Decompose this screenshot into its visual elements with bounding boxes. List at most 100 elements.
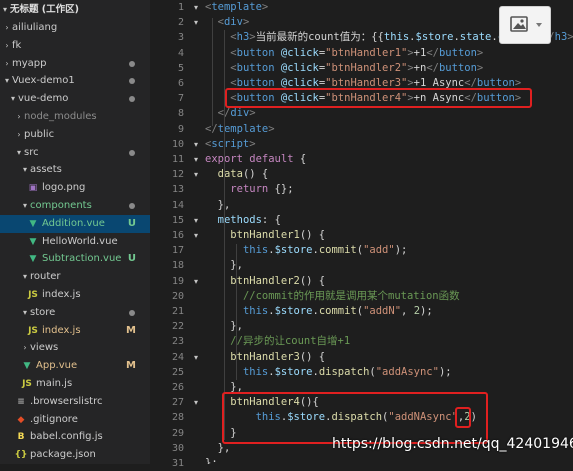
chevron-down-icon[interactable]: ▾ xyxy=(20,161,30,179)
tree-item[interactable]: ▼ App.vue M xyxy=(0,357,150,375)
code-line[interactable]: this.$store.commit("addN", 2); xyxy=(205,304,433,319)
code-token: $store xyxy=(274,244,313,257)
chevron-down-icon[interactable]: ▾ xyxy=(2,72,12,90)
chevron-right-icon[interactable]: › xyxy=(14,126,24,144)
fold-chevron-icon[interactable]: ▾ xyxy=(194,0,198,15)
chevron-down-icon[interactable]: ▾ xyxy=(8,90,18,108)
tree-item[interactable]: ▣ logo.png xyxy=(0,179,150,197)
tree-item-label: myapp xyxy=(12,57,47,69)
code-line[interactable]: <template> xyxy=(205,0,268,15)
code-token: h3 xyxy=(554,31,568,44)
babel-file-icon: B xyxy=(17,432,25,443)
tree-item[interactable]: › fk xyxy=(0,37,150,55)
code-token: commit xyxy=(318,244,357,257)
line-number: 26 xyxy=(171,382,184,393)
tree-item[interactable]: ▾ Vuex-demo1 xyxy=(0,72,150,90)
git-status-dot xyxy=(129,309,135,316)
tree-item[interactable]: Bbabel.config.js xyxy=(0,428,150,446)
fold-chevron-icon[interactable]: ▾ xyxy=(194,350,198,365)
fold-chevron-icon[interactable]: ▾ xyxy=(194,15,198,30)
tree-item[interactable]: ▼ HelloWorld.vue xyxy=(0,233,150,251)
git-status-dot xyxy=(129,149,135,156)
code-token: "btnHandler2" xyxy=(325,61,408,74)
code-line[interactable]: <script> xyxy=(205,137,256,152)
tree-item[interactable]: ▼ Subtraction.vue U xyxy=(0,250,150,268)
code-token: div xyxy=(223,16,243,29)
chevron-down-icon[interactable]: ▾ xyxy=(20,304,30,322)
line-number: 10 xyxy=(171,138,184,150)
code-line[interactable]: }, xyxy=(205,198,231,213)
code-line[interactable]: this.$store.dispatch("addAsync"); xyxy=(205,365,452,380)
workspace-title-row[interactable]: ▾ 无标题 (工作区) xyxy=(0,1,150,19)
code-token: > xyxy=(476,61,484,74)
line-number: 25 xyxy=(171,366,184,378)
line-number: 18 xyxy=(171,260,184,272)
chevron-right-icon[interactable]: › xyxy=(20,339,30,357)
chevron-down-icon[interactable]: ▾ xyxy=(20,197,30,215)
code-token: @click xyxy=(280,61,319,74)
fold-chevron-icon[interactable]: ▾ xyxy=(194,213,198,228)
code-line[interactable]: return {}; xyxy=(205,182,293,197)
code-line[interactable]: methods: { xyxy=(205,213,281,228)
tree-item[interactable]: ▾ vue-demo xyxy=(0,90,150,108)
code-token: { xyxy=(293,153,307,165)
chevron-right-icon[interactable]: › xyxy=(2,37,12,55)
image-toolbar-button[interactable] xyxy=(499,6,551,44)
chevron-down-icon[interactable]: ▾ xyxy=(14,144,24,162)
code-token: > xyxy=(261,1,269,13)
code-line[interactable]: }; xyxy=(205,456,218,464)
fold-chevron-icon[interactable]: ▾ xyxy=(194,167,198,182)
tree-item[interactable]: ▾ src xyxy=(0,144,150,162)
code-line[interactable]: <button @click="btnHandler2">+n</button> xyxy=(205,61,483,76)
git-status-badge: M xyxy=(126,324,136,336)
fold-chevron-icon[interactable]: ▾ xyxy=(194,228,198,243)
chevron-down-icon[interactable]: ▾ xyxy=(20,268,30,286)
chevron-right-icon[interactable]: › xyxy=(14,108,24,126)
git-file-icon: ◆ xyxy=(17,414,25,425)
code-token: > xyxy=(268,122,275,135)
line-number: 2 xyxy=(177,17,184,29)
tree-item[interactable]: ≡ .browserslistrc xyxy=(0,393,150,411)
fold-chevron-icon[interactable]: ▾ xyxy=(194,152,198,167)
code-line[interactable]: <button @click="btnHandler1">+1</button> xyxy=(205,46,483,61)
chevron-right-icon[interactable]: › xyxy=(2,55,12,73)
tree-item[interactable]: ▾ store xyxy=(0,304,150,322)
tree-item-label: ailiuliang xyxy=(12,22,58,33)
code-token: </ xyxy=(426,61,439,74)
code-token: template xyxy=(217,122,269,135)
tree-item[interactable]: › ailiuliang xyxy=(0,19,150,37)
code-line[interactable]: </template> xyxy=(205,122,275,137)
tree-item[interactable]: › public xyxy=(0,126,150,144)
line-number: 29 xyxy=(171,427,184,439)
code-token: this xyxy=(242,305,269,317)
tree-item[interactable]: ◆ .gitignore xyxy=(0,411,150,429)
tree-item[interactable]: JS index.js M xyxy=(0,322,150,340)
fold-chevron-icon[interactable]: ▾ xyxy=(194,395,198,410)
code-line[interactable]: //异步的让count自增+1 xyxy=(205,334,350,349)
tree-item[interactable]: › node_modules xyxy=(0,108,150,126)
tree-item[interactable]: ▼ Addition.vue U xyxy=(0,214,150,233)
code-line[interactable]: data() { xyxy=(205,167,269,182)
line-number: 28 xyxy=(171,412,184,424)
tree-item[interactable]: ▾ router xyxy=(0,268,150,286)
line-number: 7 xyxy=(177,93,184,105)
tree-item[interactable]: ▾ assets xyxy=(0,161,150,179)
fold-chevron-icon[interactable]: ▾ xyxy=(194,137,198,152)
code-line[interactable]: //commit的作用就是调用某个mutation函数 xyxy=(205,289,460,304)
code-token: div xyxy=(230,107,250,120)
code-line[interactable]: export default { xyxy=(205,152,306,167)
tree-item-label: vue-demo xyxy=(18,93,69,105)
tree-item[interactable]: JS index.js xyxy=(0,286,150,304)
vue-file-icon: ▼ xyxy=(29,218,37,229)
fold-chevron-icon[interactable]: ▾ xyxy=(194,274,198,289)
tree-item[interactable]: › myapp xyxy=(0,55,150,73)
tree-item[interactable]: ▾ components xyxy=(0,197,150,215)
tree-item[interactable]: JS main.js xyxy=(0,375,150,393)
line-number: 17 xyxy=(171,245,184,257)
tree-item-label: views xyxy=(30,342,59,354)
tree-item[interactable]: {} package.json xyxy=(0,446,150,464)
tree-item[interactable]: › views xyxy=(0,339,150,357)
chevron-right-icon[interactable]: › xyxy=(2,19,12,37)
git-status-badge: U xyxy=(127,253,136,265)
code-token: +n xyxy=(413,61,427,74)
